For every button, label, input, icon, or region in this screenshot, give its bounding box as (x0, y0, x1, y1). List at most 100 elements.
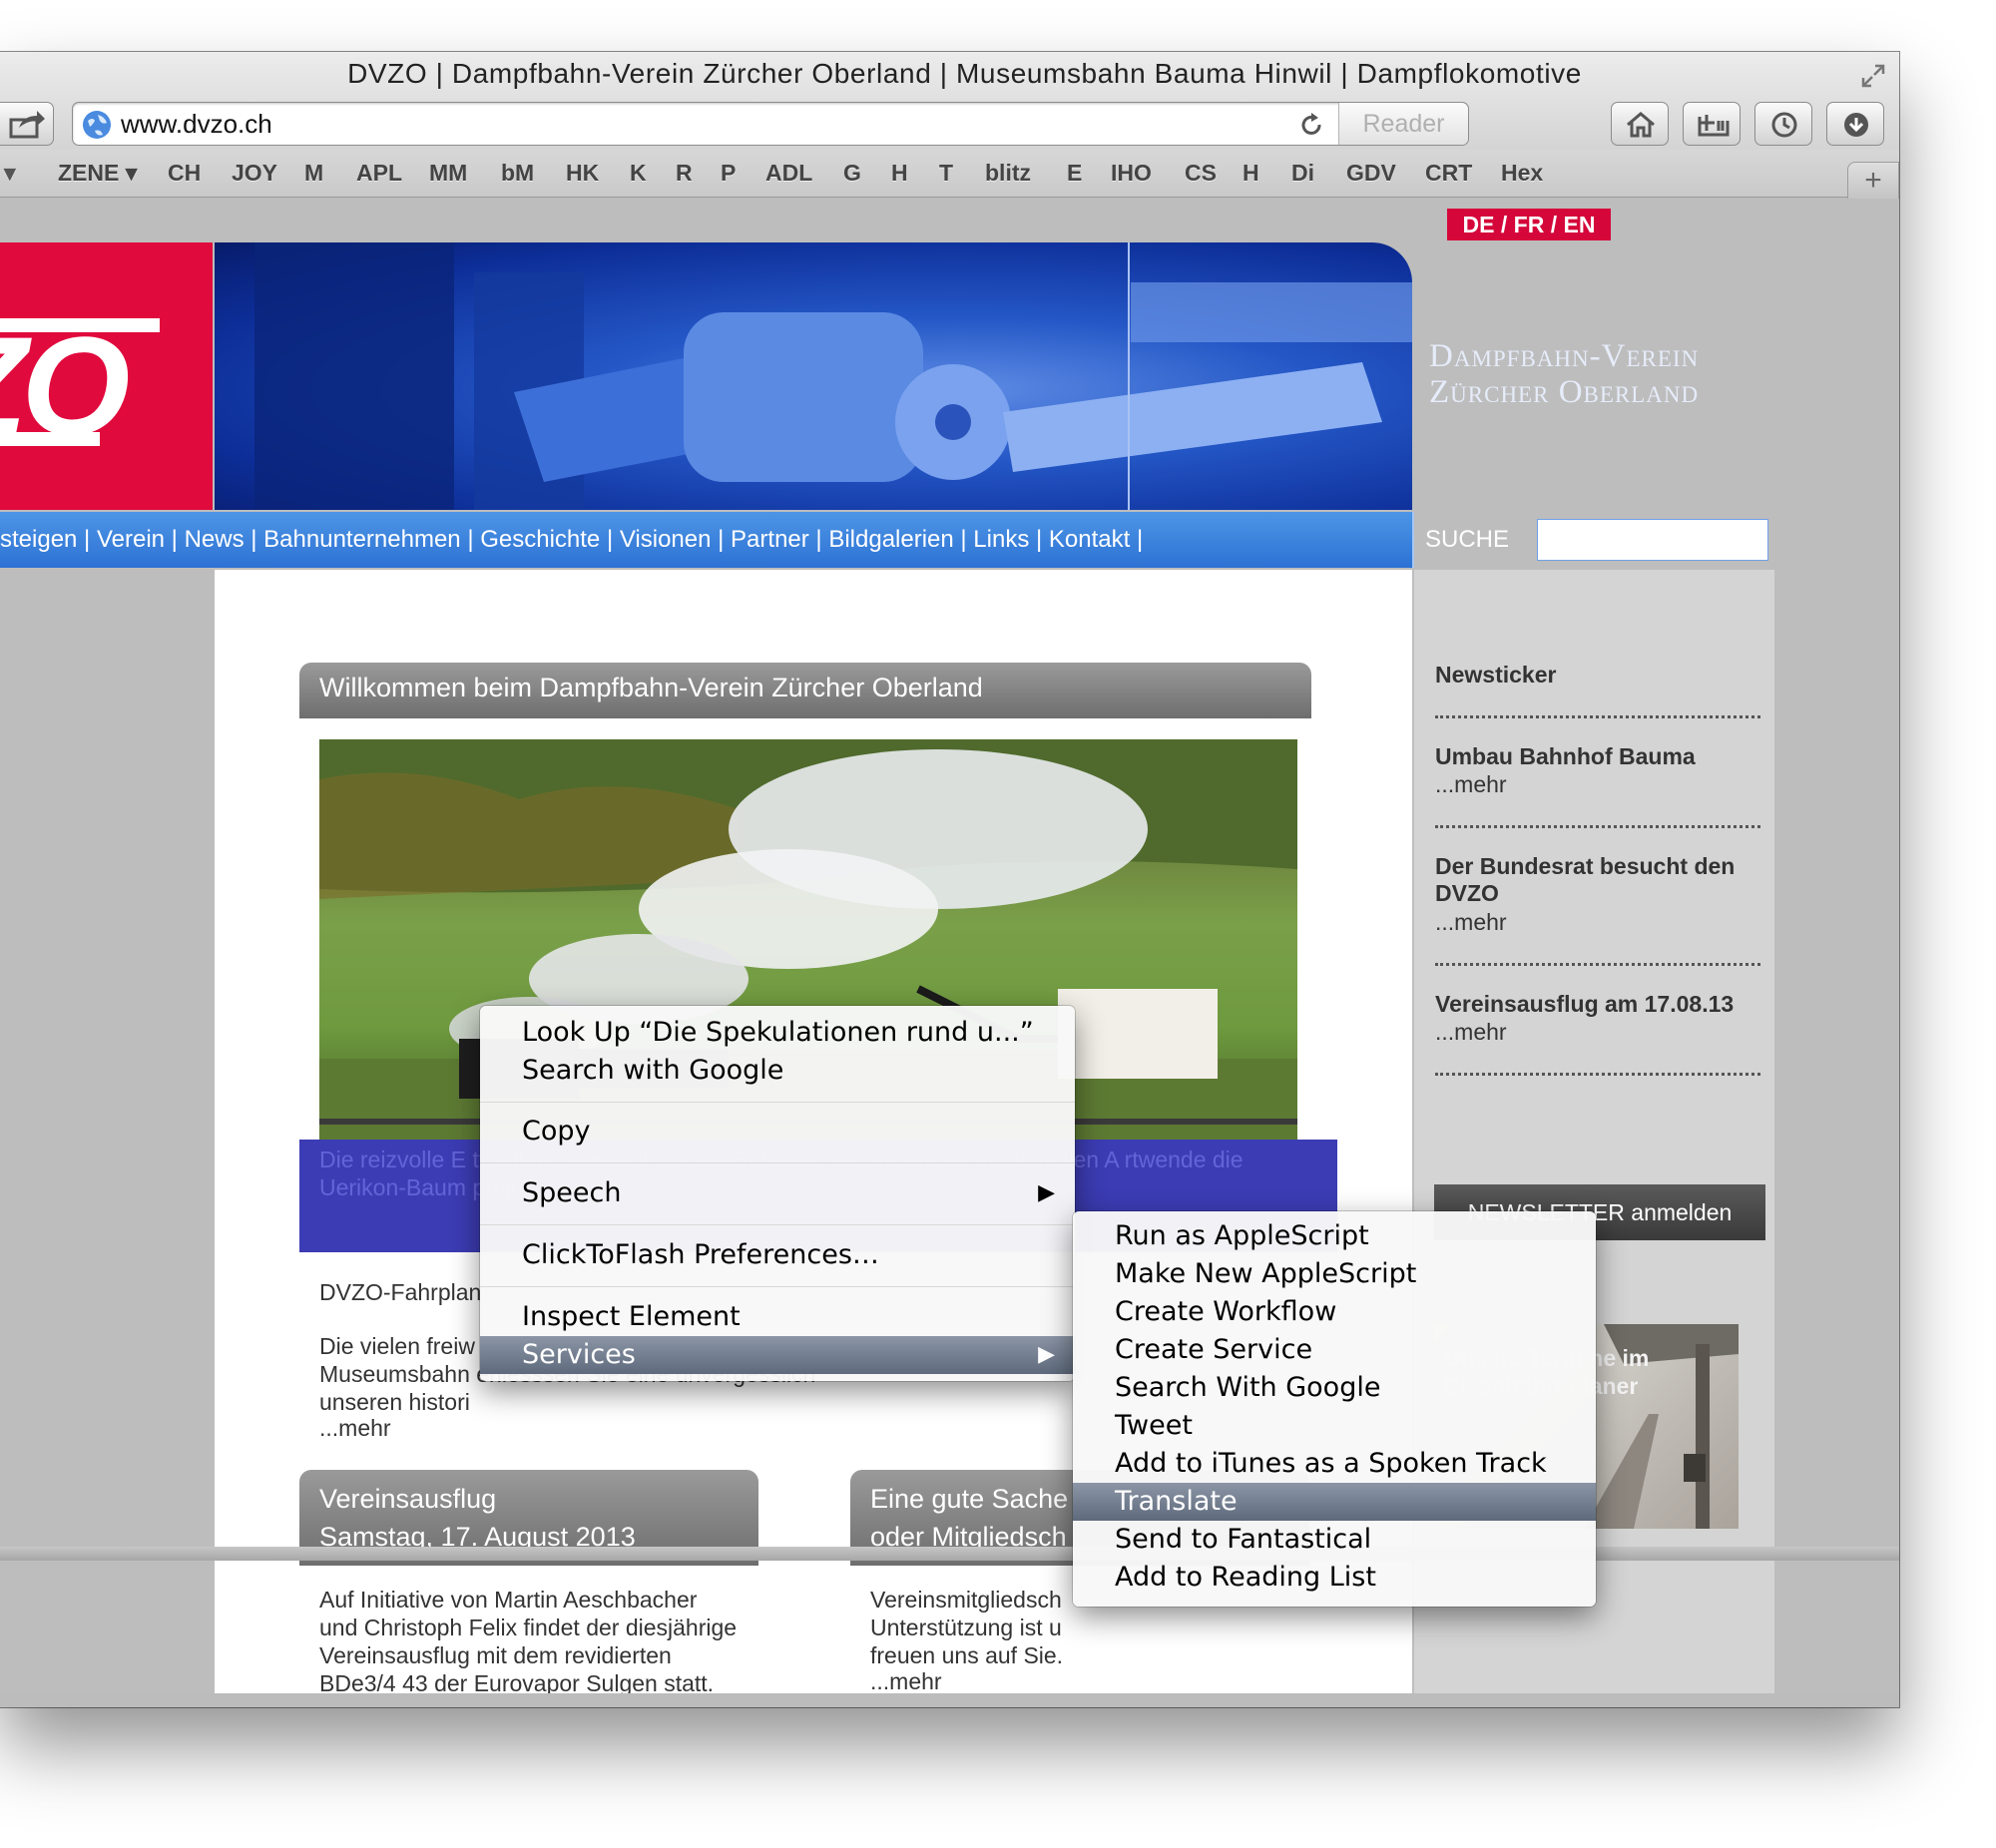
membership-text-line: freuen uns auf Sie. (870, 1642, 1064, 1668)
bookmark-item[interactable]: JOY (232, 160, 277, 187)
status-bar (0, 1547, 1899, 1561)
share-button[interactable] (0, 102, 54, 146)
locomotive-piston-image (254, 242, 1412, 510)
news-item-title[interactable]: Der Bundesrat besucht den DVZO (1435, 853, 1764, 907)
menu-item-run-applescript[interactable]: Run as AppleScript (1073, 1217, 1596, 1255)
bookmark-item[interactable]: T (939, 160, 953, 187)
bookmark-item[interactable]: GDV (1346, 160, 1396, 187)
menu-item-create-workflow[interactable]: Create Workflow (1073, 1293, 1596, 1331)
logo-stripe (0, 432, 100, 446)
banner-title: Dampfbahn-Verein Zürcher Oberland (1429, 338, 1700, 410)
menu-item-speech[interactable]: Speech ▶ (480, 1174, 1075, 1212)
address-bar[interactable]: www.dvzo.ch Reader (72, 102, 1469, 146)
clock-icon (1771, 112, 1797, 138)
bookmark-item[interactable]: HK (566, 160, 599, 187)
menu-item-copy[interactable]: Copy (480, 1113, 1075, 1151)
bookmark-item[interactable]: P (721, 160, 736, 187)
search-label: SUCHE (1425, 526, 1510, 553)
globe-icon (83, 111, 111, 139)
news-item-title[interactable]: Umbau Bahnhof Bauma (1435, 743, 1764, 770)
url-text: www.dvzo.ch (121, 109, 272, 139)
menu-item-make-applescript[interactable]: Make New AppleScript (1073, 1255, 1596, 1293)
news-more-link[interactable]: ...mehr (1435, 1019, 1764, 1046)
bookmark-item[interactable]: Hex (1501, 160, 1543, 187)
bookmark-item[interactable]: APL (356, 160, 402, 187)
menu-item-inspect-element[interactable]: Inspect Element (480, 1298, 1075, 1336)
news-more-link[interactable]: ...mehr (1435, 771, 1764, 798)
membership-text-line: Unterstützung ist u (870, 1615, 1062, 1640)
menu-item-add-itunes[interactable]: Add to iTunes as a Spoken Track (1073, 1445, 1596, 1483)
search-input[interactable] (1537, 519, 1768, 561)
site-logo[interactable]: ZO (0, 242, 213, 510)
home-button[interactable] (1611, 102, 1669, 146)
main-nav: steigen | Verein | News | Bahnunternehme… (0, 512, 1768, 568)
bookmark-folder[interactable]: ZENE ▾ (58, 160, 137, 187)
news-more-link[interactable]: ...mehr (1435, 909, 1764, 936)
membership-text-line: Vereinsmitgliedsch (870, 1587, 1062, 1613)
bookmark-item[interactable]: CRT (1425, 160, 1472, 187)
divider (1435, 715, 1760, 718)
menu-item-lookup[interactable]: Look Up “Die Spekulationen rund u...” (480, 1014, 1075, 1052)
bookmark-item[interactable]: H (891, 160, 908, 187)
bookmark-item[interactable]: blitz (985, 160, 1031, 187)
fahrplan-link[interactable]: DVZO-Fahrplan (319, 1278, 481, 1306)
bookmark-item[interactable]: H (1243, 160, 1259, 187)
menu-item-tweet[interactable]: Tweet (1073, 1407, 1596, 1445)
language-switcher[interactable]: DE / FR / EN (1447, 209, 1611, 240)
menu-item-search-google[interactable]: Search with Google (480, 1052, 1075, 1090)
menu-item-clicktoflash[interactable]: ClickToFlash Preferences… (480, 1236, 1075, 1274)
context-menu: Look Up “Die Spekulationen rund u...” Se… (480, 1006, 1075, 1381)
menu-item-reading-list[interactable]: Add to Reading List (1073, 1559, 1596, 1597)
add-bookmark-button[interactable] (1683, 102, 1741, 146)
more-link[interactable]: ...mehr (319, 1414, 391, 1442)
downloads-button[interactable] (1826, 102, 1884, 146)
nav-links[interactable]: steigen | Verein | News | Bahnunternehme… (0, 526, 1143, 554)
bookmark-item[interactable]: M (304, 160, 323, 187)
submenu-arrow-icon: ▶ (1038, 1180, 1055, 1205)
history-button[interactable] (1754, 102, 1812, 146)
bookmark-item[interactable]: K (630, 160, 647, 187)
bookmark-item[interactable]: E (1067, 160, 1082, 187)
menu-item-search-google[interactable]: Search With Google (1073, 1369, 1596, 1407)
bookmark-item[interactable]: MM (429, 160, 467, 187)
title-bar: DVZO | Dampfbahn-Verein Zürcher Oberland… (0, 52, 1899, 150)
bookmark-item[interactable]: bM (501, 160, 534, 187)
menu-separator (480, 1162, 1075, 1163)
divider (1435, 1073, 1760, 1076)
fullscreen-icon[interactable] (1859, 62, 1887, 90)
bookmark-item[interactable]: CS (1185, 160, 1217, 187)
reload-icon[interactable] (1296, 110, 1326, 140)
chevron-down-icon: ▾ (125, 160, 138, 186)
more-link[interactable]: ...mehr (870, 1667, 942, 1693)
bookmark-item[interactable]: CH (168, 160, 201, 187)
divider (1435, 963, 1760, 966)
menu-separator (480, 1286, 1075, 1287)
menu-separator (480, 1224, 1075, 1225)
menu-item-fantastical[interactable]: Send to Fantastical (1073, 1521, 1596, 1559)
bookmarks-overflow-icon[interactable]: ▾ (4, 160, 16, 187)
event-text: Auf Initiative von Martin Aeschbacher un… (319, 1587, 738, 1693)
bookmark-item[interactable]: R (676, 160, 693, 187)
bookmark-item[interactable]: ADL (765, 160, 812, 187)
browser-window: DVZO | Dampfbahn-Verein Zürcher Oberland… (0, 52, 1899, 1707)
intro-text-line: unseren histori (319, 1389, 470, 1415)
menu-separator (480, 1102, 1075, 1103)
bookmarks-bar: ▾ ZENE ▾ CH JOY M APL MM bM HK K R P ADL… (0, 150, 1899, 200)
menu-item-translate[interactable]: Translate (1073, 1483, 1596, 1521)
bookmark-item[interactable]: G (843, 160, 861, 187)
bookmark-item[interactable]: IHO (1111, 160, 1152, 187)
home-icon (1627, 112, 1655, 138)
newsticker-title: Newsticker (1435, 662, 1557, 688)
download-icon (1844, 113, 1868, 137)
menu-item-create-service[interactable]: Create Service (1073, 1331, 1596, 1369)
reader-button[interactable]: Reader (1338, 103, 1468, 145)
window-title: DVZO | Dampfbahn-Verein Zürcher Oberland… (347, 58, 1582, 89)
web-page: DE / FR / EN ZO Dampfbahn-Verein Zürcher… (0, 199, 1899, 1693)
menu-item-services[interactable]: Services ▶ (480, 1336, 1075, 1374)
welcome-header: Willkommen beim Dampfbahn-Verein Zürcher… (299, 663, 1311, 718)
new-tab-button[interactable]: + (1847, 162, 1899, 200)
nav-divider (1412, 512, 1414, 568)
share-icon (9, 111, 45, 139)
bookmark-item[interactable]: Di (1291, 160, 1314, 187)
news-item-title[interactable]: Vereinsausflug am 17.08.13 (1435, 991, 1764, 1018)
